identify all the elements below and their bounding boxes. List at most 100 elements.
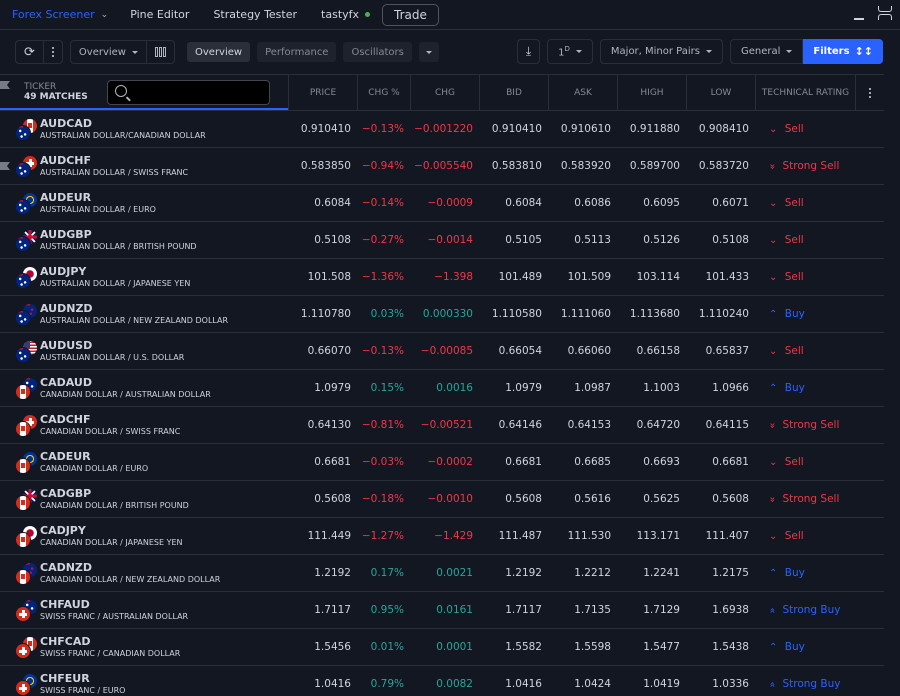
- column-header-high[interactable]: HIGH: [617, 75, 686, 110]
- table-row[interactable]: CADJPY CANADIAN DOLLAR / JAPANESE YEN 11…: [0, 518, 884, 555]
- overview-select[interactable]: Overview: [71, 41, 146, 63]
- ticker-symbol[interactable]: AUDCAD: [40, 117, 206, 130]
- maximize-icon[interactable]: [878, 6, 892, 20]
- ticker-cell[interactable]: AUDCAD AUSTRALIAN DOLLAR/CANADIAN DOLLAR: [0, 111, 288, 147]
- column-header-technical-rating[interactable]: TECHNICAL RATING: [755, 75, 855, 110]
- table-row[interactable]: CHFCAD SWISS FRANC / CANADIAN DOLLAR 1.5…: [0, 629, 884, 666]
- trade-button[interactable]: Trade: [382, 3, 439, 26]
- ticker-cell[interactable]: CHFAUD SWISS FRANC / AUSTRALIAN DOLLAR: [0, 592, 288, 628]
- ask-cell: 0.5616: [574, 493, 611, 505]
- bid-cell: 1.5582: [505, 641, 542, 653]
- more-pills-button[interactable]: [418, 42, 439, 62]
- ticker-symbol[interactable]: CADGBP: [40, 487, 189, 500]
- pill-performance[interactable]: Performance: [257, 42, 337, 62]
- chg-percent-cell: 0.03%: [370, 308, 404, 320]
- ticker-cell[interactable]: CADNZD CANADIAN DOLLAR / NEW ZEALAND DOL…: [0, 555, 288, 591]
- ticker-symbol[interactable]: AUDEUR: [40, 191, 156, 204]
- interval-select[interactable]: 1D: [547, 39, 593, 64]
- ticker-symbol[interactable]: AUDUSD: [40, 339, 184, 352]
- ticker-symbol[interactable]: CADAUD: [40, 376, 211, 389]
- chg-cell: −1.429: [434, 530, 473, 542]
- table-row[interactable]: CHFAUD SWISS FRANC / AUSTRALIAN DOLLAR 1…: [0, 592, 884, 629]
- bid-cell: 1.0979: [505, 382, 542, 394]
- table-row[interactable]: AUDCHF AUSTRALIAN DOLLAR / SWISS FRANC 0…: [0, 148, 884, 185]
- ticker-symbol[interactable]: CHFCAD: [40, 635, 180, 648]
- table-row[interactable]: CADEUR CANADIAN DOLLAR / EURO 0.6681 −0.…: [0, 444, 884, 481]
- tab-forex-screener[interactable]: Forex Screener ⌄: [0, 0, 118, 30]
- caret-down-icon: [786, 50, 793, 53]
- column-header-ask[interactable]: ASK: [548, 75, 617, 110]
- ticker-cell[interactable]: CADGBP CANADIAN DOLLAR / BRITISH POUND: [0, 481, 288, 517]
- columns-button[interactable]: [146, 41, 174, 63]
- ticker-symbol[interactable]: CHFEUR: [40, 672, 125, 685]
- tab-strategy-tester[interactable]: Strategy Tester: [201, 0, 309, 30]
- ticker-symbol[interactable]: AUDCHF: [40, 154, 188, 167]
- broker-status[interactable]: tastyfx: [309, 8, 376, 21]
- rating-label: Buy: [784, 567, 805, 579]
- table-row[interactable]: CADCHF CANADIAN DOLLAR / SWISS FRANC 0.6…: [0, 407, 884, 444]
- ticker-symbol[interactable]: AUDGBP: [40, 228, 197, 241]
- ticker-search[interactable]: [107, 80, 270, 105]
- high-cell: 1.1003: [643, 382, 680, 394]
- price-cell: 1.7117: [314, 604, 351, 616]
- column-settings-button[interactable]: [855, 75, 884, 110]
- ticker-search-input[interactable]: [133, 81, 268, 104]
- rating-label: Strong Buy: [782, 678, 841, 690]
- ticker-symbol[interactable]: CADCHF: [40, 413, 180, 426]
- price-cell: 111.449: [307, 530, 351, 542]
- filters-button[interactable]: Filters ↕↕: [803, 39, 883, 64]
- table-row[interactable]: AUDEUR AUSTRALIAN DOLLAR / EURO 0.6084 −…: [0, 185, 884, 222]
- ticker-cell[interactable]: CADCHF CANADIAN DOLLAR / SWISS FRANC: [0, 407, 288, 443]
- pill-oscillators[interactable]: Oscillators: [343, 42, 412, 62]
- chevron-down-icon[interactable]: ⌄: [101, 10, 109, 20]
- table-row[interactable]: AUDNZD AUSTRALIAN DOLLAR / NEW ZEALAND D…: [0, 296, 884, 333]
- general-select[interactable]: General: [730, 39, 804, 64]
- table-row[interactable]: CADNZD CANADIAN DOLLAR / NEW ZEALAND DOL…: [0, 555, 884, 592]
- column-header-bid[interactable]: BID: [479, 75, 548, 110]
- ticker-symbol[interactable]: AUDNZD: [40, 302, 228, 315]
- ticker-cell[interactable]: AUDCHF AUSTRALIAN DOLLAR / SWISS FRANC: [0, 148, 288, 184]
- table-row[interactable]: AUDUSD AUSTRALIAN DOLLAR / U.S. DOLLAR 0…: [0, 333, 884, 370]
- ticker-symbol[interactable]: CADJPY: [40, 524, 183, 537]
- ticker-cell[interactable]: CHFCAD SWISS FRANC / CANADIAN DOLLAR: [0, 629, 288, 665]
- rating-label: Strong Sell: [782, 419, 840, 431]
- bid-cell: 0.583810: [491, 160, 542, 172]
- ticker-cell[interactable]: AUDJPY AUSTRALIAN DOLLAR / JAPANESE YEN: [0, 259, 288, 295]
- table-row[interactable]: CADGBP CANADIAN DOLLAR / BRITISH POUND 0…: [0, 481, 884, 518]
- export-button[interactable]: ⤓: [516, 39, 541, 64]
- price-cell: 101.508: [307, 271, 351, 283]
- pairs-select[interactable]: Major, Minor Pairs: [599, 39, 723, 64]
- table-row[interactable]: AUDCAD AUSTRALIAN DOLLAR/CANADIAN DOLLAR…: [0, 111, 884, 148]
- technical-rating-cell: « Strong Buy: [755, 604, 855, 616]
- ticker-symbol[interactable]: CADNZD: [40, 561, 220, 574]
- column-header-low[interactable]: LOW: [686, 75, 755, 110]
- table-row[interactable]: CHFEUR SWISS FRANC / EURO 1.0416 0.79% 0…: [0, 666, 884, 696]
- minimize-icon[interactable]: [854, 18, 864, 20]
- currency-pair-icon: [14, 635, 38, 659]
- more-options-button[interactable]: [42, 41, 62, 63]
- flag-icon[interactable]: [0, 81, 10, 89]
- ticker-cell[interactable]: AUDNZD AUSTRALIAN DOLLAR / NEW ZEALAND D…: [0, 296, 288, 332]
- refresh-button[interactable]: ⟳: [16, 41, 43, 63]
- ticker-cell[interactable]: AUDGBP AUSTRALIAN DOLLAR / BRITISH POUND: [0, 222, 288, 258]
- tab-pine-editor[interactable]: Pine Editor: [118, 0, 201, 30]
- ticker-cell[interactable]: CHFEUR SWISS FRANC / EURO: [0, 666, 288, 696]
- table-row[interactable]: AUDGBP AUSTRALIAN DOLLAR / BRITISH POUND…: [0, 222, 884, 259]
- ticker-symbol[interactable]: CHFAUD: [40, 598, 188, 611]
- ticker-column-header[interactable]: TICKER 49 MATCHES: [0, 75, 288, 110]
- ticker-cell[interactable]: CADEUR CANADIAN DOLLAR / EURO: [0, 444, 288, 480]
- ticker-cell[interactable]: CADAUD CANADIAN DOLLAR / AUSTRALIAN DOLL…: [0, 370, 288, 406]
- technical-rating-cell: ⌄ Sell: [755, 530, 855, 542]
- ticker-cell[interactable]: CADJPY CANADIAN DOLLAR / JAPANESE YEN: [0, 518, 288, 554]
- column-header-chg-percent[interactable]: CHG %: [357, 75, 410, 110]
- ticker-cell[interactable]: AUDEUR AUSTRALIAN DOLLAR / EURO: [0, 185, 288, 221]
- table-row[interactable]: CADAUD CANADIAN DOLLAR / AUSTRALIAN DOLL…: [0, 370, 884, 407]
- table-row[interactable]: AUDJPY AUSTRALIAN DOLLAR / JAPANESE YEN …: [0, 259, 884, 296]
- pill-overview[interactable]: Overview: [187, 42, 251, 62]
- column-header-chg[interactable]: CHG: [410, 75, 479, 110]
- ticker-symbol[interactable]: AUDJPY: [40, 265, 190, 278]
- ticker-symbol[interactable]: CADEUR: [40, 450, 148, 463]
- column-header-price[interactable]: PRICE: [288, 75, 357, 110]
- base-currency-flag-icon: [16, 348, 30, 362]
- ticker-cell[interactable]: AUDUSD AUSTRALIAN DOLLAR / U.S. DOLLAR: [0, 333, 288, 369]
